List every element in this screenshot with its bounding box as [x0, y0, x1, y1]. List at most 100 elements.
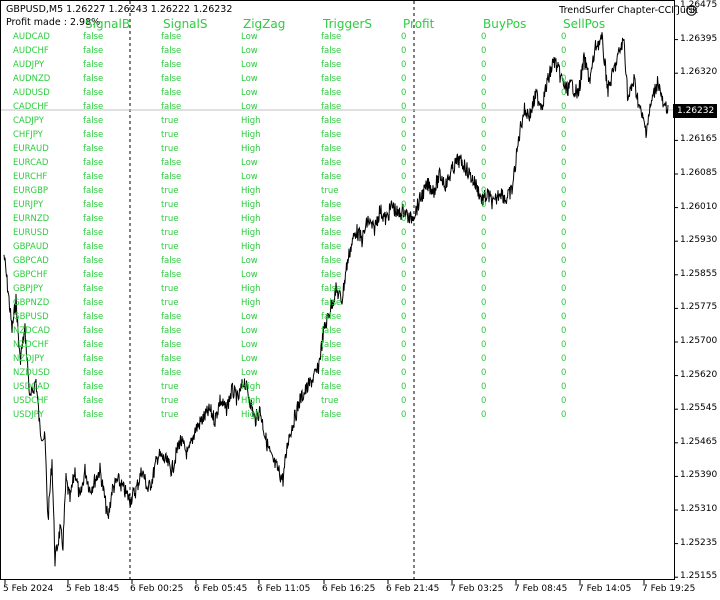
table-cell: false: [321, 130, 342, 140]
table-cell: 0: [481, 396, 487, 406]
table-cell: false: [321, 102, 342, 112]
table-cell: false: [321, 116, 342, 126]
table-cell: false: [161, 368, 182, 378]
table-cell: 0: [481, 256, 487, 266]
table-cell: 0: [481, 116, 487, 126]
table-cell: 0: [561, 284, 567, 294]
column-header: ZigZag: [243, 17, 286, 31]
table-cell: 0: [561, 158, 567, 168]
table-cell: 0: [401, 368, 407, 378]
table-cell: 0: [401, 102, 407, 112]
row-symbol: NZDCHF: [13, 340, 49, 350]
table-cell: 0: [481, 186, 487, 196]
column-header: BuyPos: [483, 17, 527, 31]
row-symbol: CADCHF: [13, 102, 49, 112]
table-cell: 0: [481, 298, 487, 308]
table-cell: 0: [481, 354, 487, 364]
time-axis-label: 5 Feb 2024: [3, 584, 54, 594]
table-cell: 0: [561, 368, 567, 378]
table-cell: true: [161, 284, 179, 294]
table-cell: High: [241, 144, 261, 154]
chart-area[interactable]: GBPUSD,M5 1.26227 1.26243 1.26222 1.2623…: [0, 0, 720, 600]
table-cell: false: [321, 242, 342, 252]
table-cell: true: [161, 396, 179, 406]
price-axis-label: 1.25155: [680, 571, 718, 582]
table-cell: false: [83, 144, 104, 154]
table-cell: 0: [561, 354, 567, 364]
column-header: TriggerS: [323, 17, 373, 31]
table-cell: 0: [481, 214, 487, 224]
table-cell: 0: [401, 60, 407, 70]
price-axis-label: 1.25465: [680, 436, 718, 447]
table-cell: High: [241, 214, 261, 224]
table-cell: 0: [401, 214, 407, 224]
row-symbol: EURNZD: [13, 214, 50, 224]
table-cell: 0: [401, 410, 407, 420]
price-axis-label: 1.26165: [680, 134, 718, 145]
table-cell: 0: [401, 130, 407, 140]
table-cell: false: [83, 172, 104, 182]
table-cell: Low: [241, 158, 258, 168]
table-cell: false: [83, 158, 104, 168]
table-cell: true: [161, 242, 179, 252]
table-cell: 0: [401, 144, 407, 154]
table-cell: Low: [241, 270, 258, 280]
table-cell: 0: [561, 214, 567, 224]
price-axis-label: 1.26085: [680, 168, 718, 178]
table-cell: Low: [241, 354, 258, 364]
table-cell: 0: [481, 228, 487, 238]
table-cell: 0: [561, 144, 567, 154]
symbol-info: GBPUSD,M5 1.26227 1.26243 1.26222 1.2623…: [6, 4, 233, 15]
table-cell: false: [83, 102, 104, 112]
table-cell: High: [241, 116, 261, 126]
table-cell: 0: [561, 382, 567, 392]
table-cell: false: [83, 256, 104, 266]
row-symbol: AUDCHF: [13, 46, 49, 56]
table-cell: 0: [481, 74, 487, 84]
table-cell: true: [161, 200, 179, 210]
table-cell: Low: [241, 32, 258, 42]
price-axis-label: 1.25700: [680, 336, 718, 346]
table-cell: false: [321, 60, 342, 70]
table-cell: 0: [561, 396, 567, 406]
row-symbol: CHFJPY: [13, 130, 43, 140]
row-symbol: AUDUSD: [13, 88, 50, 98]
table-cell: false: [321, 326, 342, 336]
table-cell: false: [321, 32, 342, 42]
row-symbol: USDCHF: [13, 396, 49, 406]
table-cell: true: [161, 144, 179, 154]
table-cell: High: [241, 396, 261, 406]
price-axis-label: 1.26010: [680, 201, 718, 212]
table-cell: 0: [481, 172, 487, 182]
price-axis-label: 1.25310: [680, 504, 718, 514]
table-cell: High: [241, 284, 261, 294]
table-cell: 0: [481, 284, 487, 294]
table-cell: false: [321, 368, 342, 378]
table-cell: High: [241, 298, 261, 308]
price-chart[interactable]: [0, 0, 720, 600]
table-cell: false: [161, 46, 182, 56]
table-cell: false: [161, 256, 182, 266]
row-symbol: USDCAD: [13, 382, 50, 392]
price-axis-label: 1.25775: [680, 302, 718, 313]
table-cell: false: [83, 298, 104, 308]
price-axis-label: 1.26320: [680, 67, 718, 78]
table-cell: false: [83, 60, 104, 70]
table-cell: Low: [241, 368, 258, 378]
table-cell: 0: [481, 242, 487, 252]
table-cell: false: [83, 32, 104, 42]
table-cell: false: [83, 368, 104, 378]
table-cell: false: [83, 214, 104, 224]
table-cell: 0: [561, 200, 567, 210]
table-cell: 0: [561, 186, 567, 196]
price-axis-label: 1.25930: [680, 235, 718, 246]
time-axis-label: 6 Feb 16:25: [322, 584, 376, 594]
table-cell: 0: [561, 270, 567, 280]
table-cell: 0: [561, 60, 567, 70]
table-cell: 0: [561, 46, 567, 56]
table-cell: false: [161, 102, 182, 112]
table-cell: false: [321, 340, 342, 350]
table-cell: High: [241, 228, 261, 238]
table-cell: 0: [401, 228, 407, 238]
table-cell: 0: [561, 102, 567, 112]
